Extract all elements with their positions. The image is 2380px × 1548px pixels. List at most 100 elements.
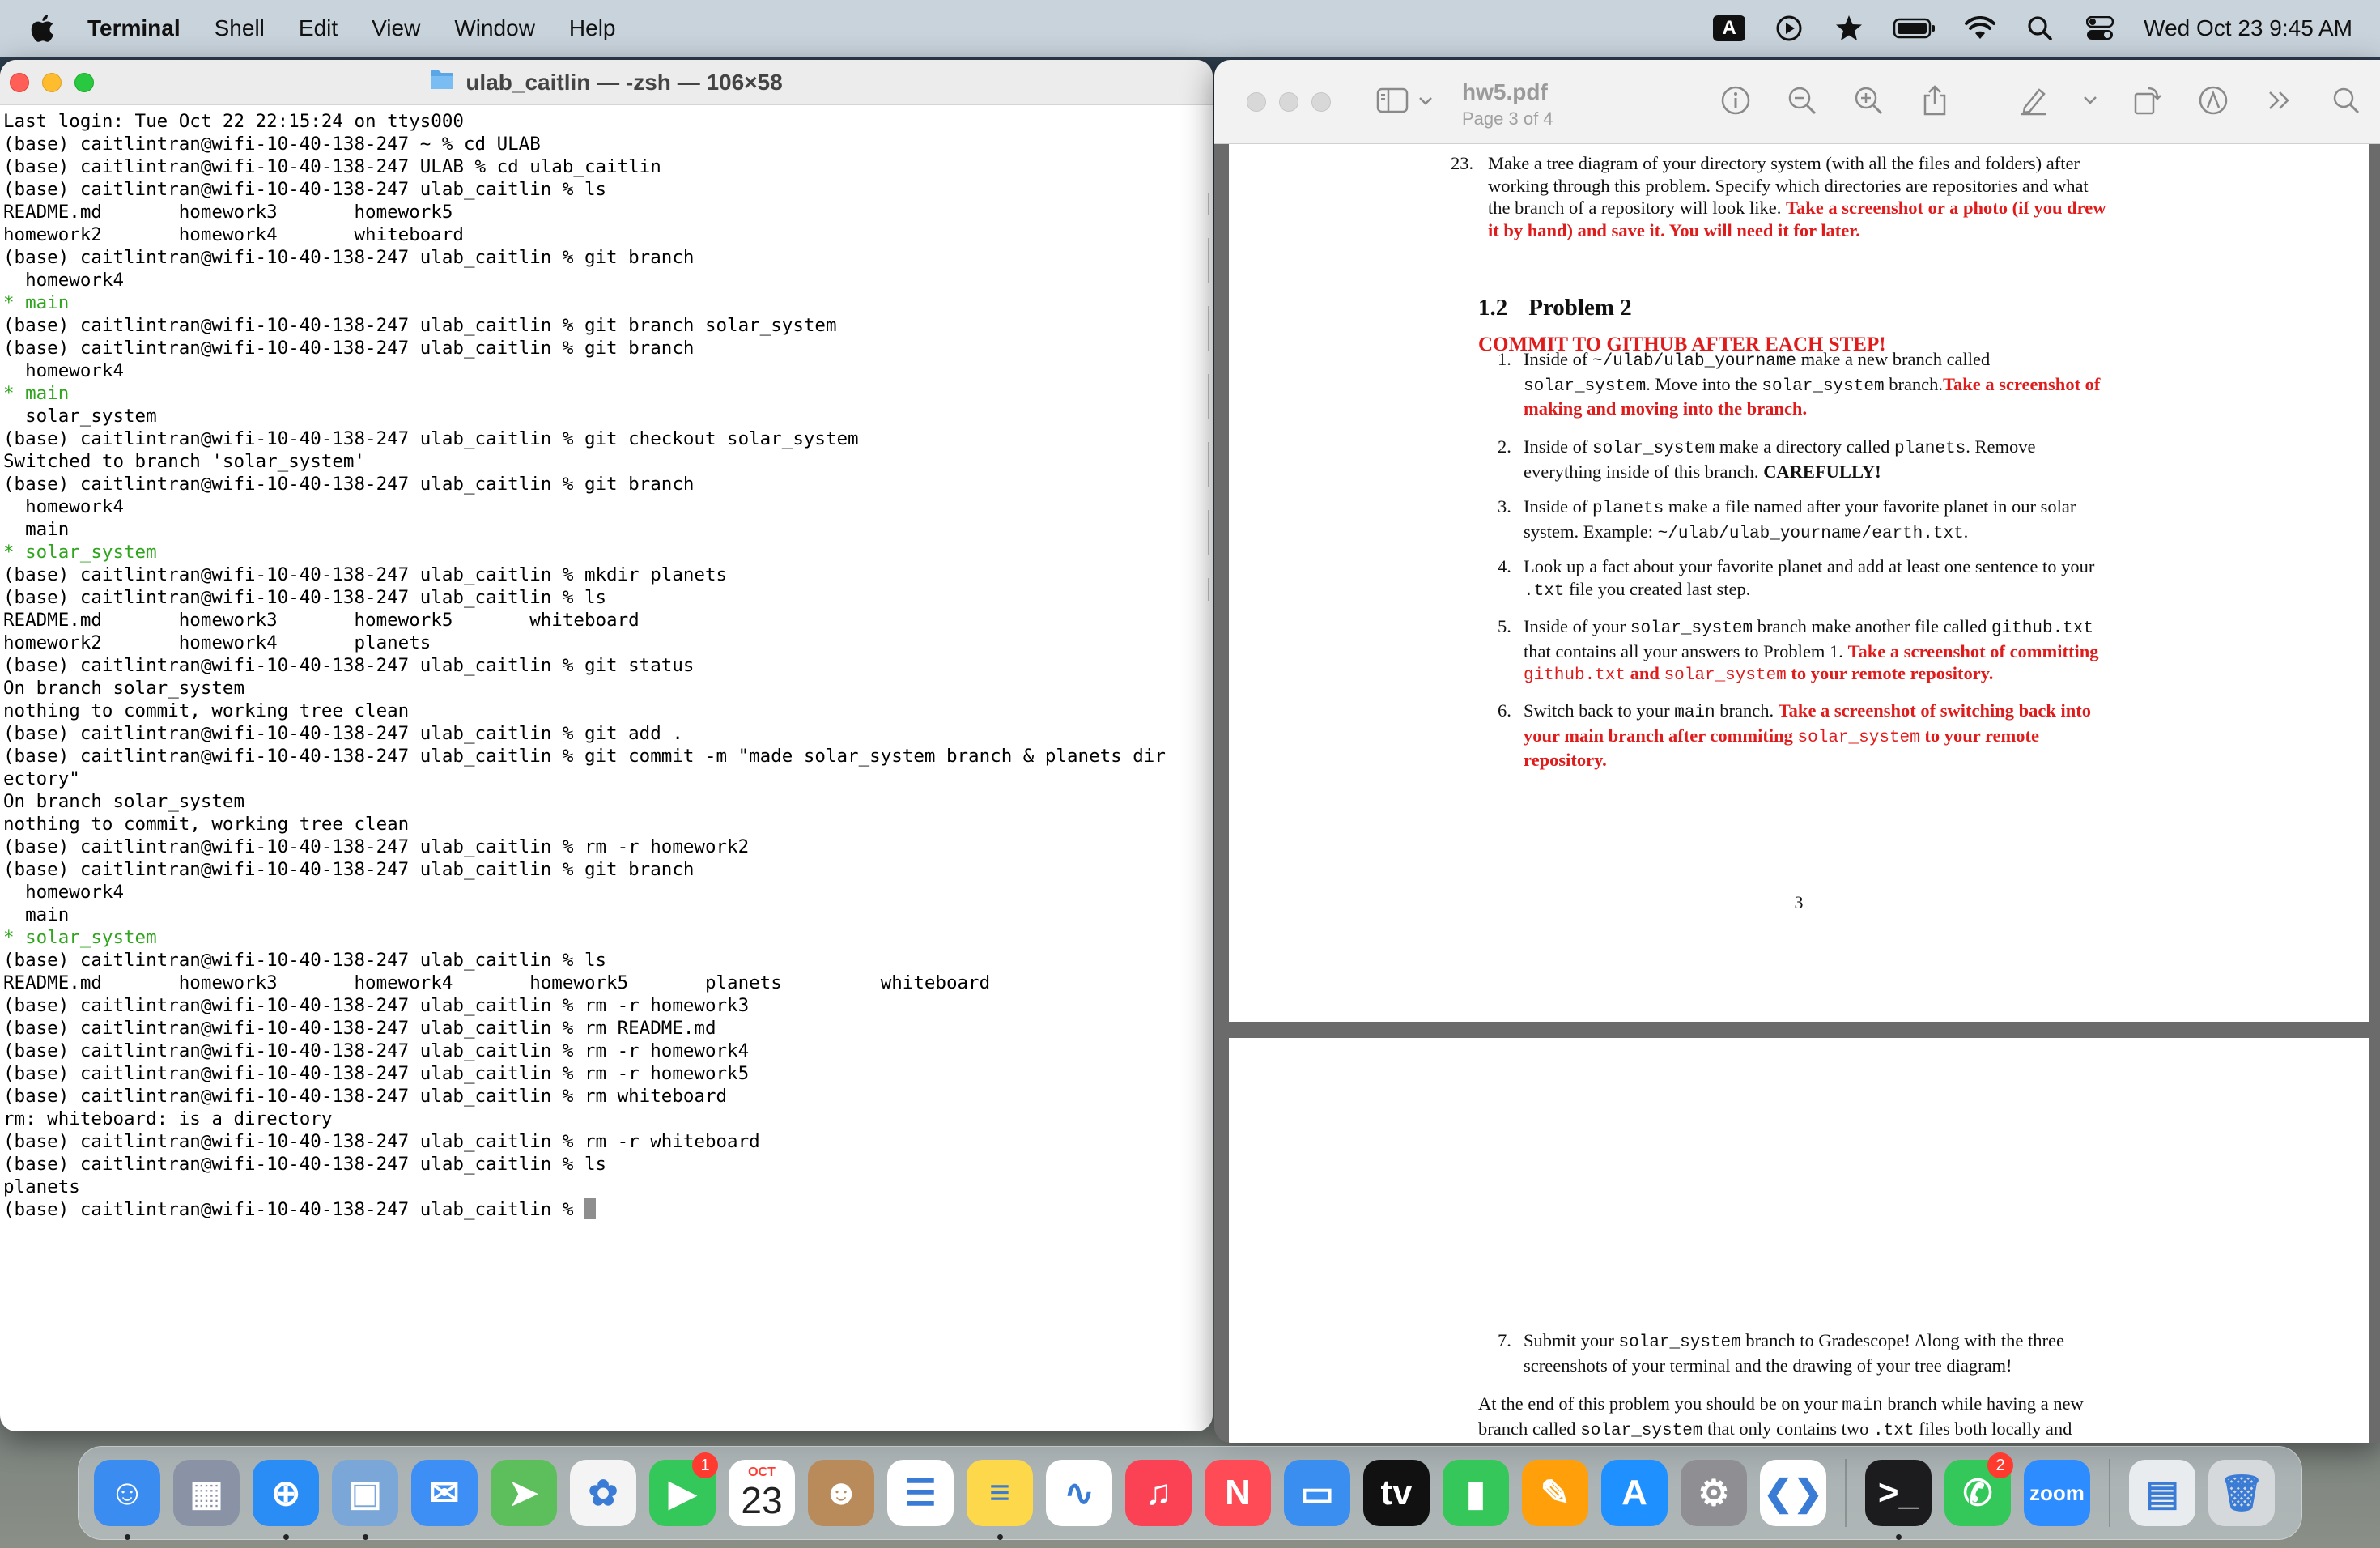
item-number: 3. [1498,496,1511,517]
step-text: file you created last step. [1564,578,1751,599]
scrollback-mark [1203,306,1209,329]
dock-launchpad[interactable]: ▦ [169,1456,244,1530]
dock-notes[interactable]: ≡ [963,1456,1037,1540]
dock-freeform[interactable]: ∿ [1042,1456,1116,1530]
dock-messages[interactable]: ✆ 2 [1940,1452,2015,1530]
dock-app-store[interactable]: A [1597,1456,1672,1530]
running-indicator [363,1534,368,1540]
dock-finder[interactable]: ☺ [90,1456,164,1540]
dock-news[interactable]: N [1201,1456,1275,1530]
annotate-icon[interactable] [2195,83,2231,118]
dock-reminders[interactable]: ☰ [883,1456,958,1530]
pages-icon: ✎ [1522,1460,1588,1526]
list-item: 23. Make a tree diagram of your director… [1451,152,2111,241]
info-icon[interactable] [1718,83,1753,118]
terminal-line: * main [3,292,70,313]
more-chevrons-icon[interactable] [2262,83,2297,118]
terminal-line: homework4 [3,882,125,903]
list-item: 5. Inside of your solar_system branch ma… [1498,615,2111,687]
apple-menu-icon[interactable] [0,14,84,43]
menu-help[interactable]: Help [552,15,633,41]
code-text: solar_system [1592,440,1715,458]
close-button[interactable] [10,73,29,92]
dock-facetime[interactable]: ▶ 1 [645,1452,720,1530]
star-icon[interactable] [1833,12,1865,45]
rotate-icon[interactable] [2129,83,2165,118]
icon-glyph: ➤ [508,1473,539,1513]
icon-glyph: ⊕ [270,1473,301,1513]
icon-glyph: A [1621,1473,1647,1512]
dock-trash[interactable]: 🗑 [2204,1456,2279,1530]
dock-contacts[interactable]: ☻ [804,1456,878,1530]
dock-mail[interactable]: ✉ [407,1456,482,1530]
minimize-button[interactable] [1279,92,1298,112]
menu-shell[interactable]: Shell [198,15,282,41]
trash-icon: 🗑 [2208,1460,2275,1526]
terminal-line: (base) caitlintran@wifi-10-40-138-247 ul… [3,1131,760,1152]
dock-terminal[interactable]: >_ [1861,1456,1936,1540]
spotlight-search-icon[interactable] [2024,12,2056,45]
control-center-icon[interactable] [2084,12,2116,45]
dock-apple-tv[interactable]: tv [1359,1456,1434,1530]
sidebar-toggle-button[interactable] [1376,87,1433,117]
dock-preview[interactable]: ▣ [328,1456,402,1540]
dock-calendar[interactable]: OCT 23 [725,1456,799,1530]
terminal-prompt: (base) caitlintran@wifi-10-40-138-247 ul… [3,1199,584,1220]
search-icon[interactable] [2328,83,2364,118]
dock-zoom[interactable]: zoom [2020,1456,2094,1530]
apple-tv-icon: tv [1363,1460,1430,1526]
wifi-icon[interactable] [1964,12,1996,45]
dock-vscode[interactable]: ❮❯ [1756,1456,1830,1530]
play-circle-icon[interactable] [1773,12,1805,45]
menu-app-name[interactable]: Terminal [84,15,198,41]
scrollback-mark [1203,555,1209,578]
menu-clock[interactable]: Wed Oct 23 9:45 AM [2144,15,2352,41]
scrollback-mark [1203,578,1209,601]
dock-safari[interactable]: ⊕ [249,1456,323,1540]
menu-window[interactable]: Window [437,15,552,41]
markup-pen-icon[interactable] [2016,83,2051,118]
dock-numbers[interactable]: ▮ [1439,1456,1513,1530]
terminal-line: README.md homework3 homework4 homework5 … [3,972,991,993]
zoom-out-icon[interactable] [1784,83,1820,118]
icon-glyph: 🗑 [2219,1474,2264,1513]
dock-downloads-stack[interactable]: ▤ [2125,1456,2199,1530]
preview-toolbar[interactable]: hw5.pdf Page 3 of 4 [1214,60,2380,144]
close-button[interactable] [1247,92,1266,112]
code-text: planets [1592,500,1664,518]
menu-edit[interactable]: Edit [282,15,355,41]
pdf-page-3[interactable]: 23. Make a tree diagram of your director… [1229,144,2369,1022]
maps-icon: ➤ [491,1460,557,1526]
window-controls [10,73,94,92]
minimize-button[interactable] [42,73,62,92]
terminal-prompt-line[interactable]: (base) caitlintran@wifi-10-40-138-247 ul… [3,1198,1209,1221]
dock-music[interactable]: ♫ [1121,1456,1196,1530]
vscode-icon: ❮❯ [1760,1460,1826,1526]
dock-system-settings[interactable]: ⚙ [1677,1456,1751,1530]
step-emphasis: CAREFULLY! [1763,461,1881,482]
share-icon[interactable] [1917,83,1953,118]
terminal-line: homework4 [3,270,125,291]
zoom-button[interactable] [1311,92,1331,112]
terminal-line: ectory" [3,768,80,789]
zoom-in-icon[interactable] [1851,83,1886,118]
code-text: solar_system [1630,619,1753,638]
zoom-button[interactable] [74,73,94,92]
dock-pages[interactable]: ✎ [1518,1456,1592,1530]
menu-view[interactable]: View [355,15,437,41]
terminal-titlebar[interactable]: ulab_caitlin — -zsh — 106×58 [0,60,1213,105]
chevron-down-icon[interactable] [2082,83,2098,118]
terminal-line: solar_system [3,406,157,427]
pdf-page-4[interactable]: 7. Submit your solar_system branch to Gr… [1229,1038,2369,1443]
dock-maps[interactable]: ➤ [487,1456,561,1530]
dock-photos[interactable]: ✿ [566,1456,640,1530]
scrollback-mark [1203,465,1209,487]
calendar-day: 23 [741,1479,783,1521]
scrollback-mark [1203,351,1209,374]
step-text: Inside of [1524,349,1592,369]
terminal-output[interactable]: Last login: Tue Oct 22 22:15:24 on ttys0… [0,105,1213,1226]
step-text: . [1963,521,1969,542]
input-source-icon[interactable]: A [1713,12,1746,45]
dock-keynote[interactable]: ▭ [1280,1456,1354,1530]
battery-icon[interactable] [1893,12,1936,45]
